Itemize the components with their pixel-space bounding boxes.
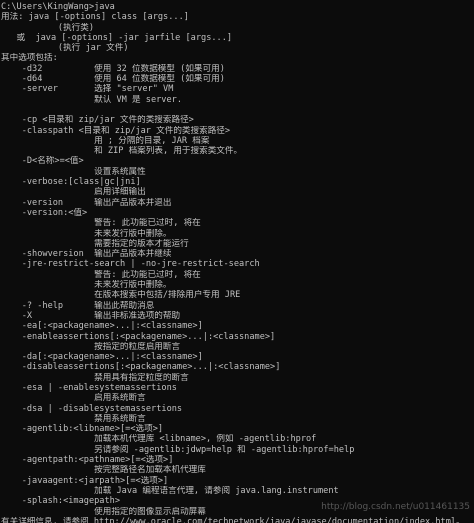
console-line: -D<名称>=<值> [1,156,84,167]
console-line: 加载 Java 编程语言代理, 请参阅 java.lang.instrument [1,485,339,496]
console-line: 用 ; 分隔的目录, JAR 档案 [1,135,210,146]
console-line: 警告: 此功能已过时, 将在 [1,269,201,280]
console-line: 按指定的粒度启用断言 [1,341,181,352]
console-line: 默认 VM 是 server. [1,94,182,105]
console-line: 禁用系统断言 [1,413,146,424]
console-output: C:\Users\KingWang>java 用法: java [-options… [0,0,474,523]
command-prompt-console[interactable]: C:\Users\KingWang>java 用法: java [-options… [0,0,474,523]
console-line: -verbose:[class|gc|jni] [1,177,141,188]
console-line: 和 ZIP 档案列表, 用于搜索类文件。 [1,146,243,157]
console-line: 有关详细信息, 请参阅 http://www.oracle.com/techne… [1,516,465,523]
console-line: (执行类) [1,22,95,33]
console-line: C:\Users\KingWang>java [1,2,115,12]
console-line: -da[:<packagename>...|:<classname>] [1,352,203,363]
console-line: 需要指定的版本才能运行 [1,238,189,249]
console-line: -d32 使用 32 位数据模型 (如果可用) [1,63,225,74]
console-line: -? -help 输出此帮助消息 [1,300,155,311]
console-line: 禁用具有指定粒度的断言 [1,372,189,383]
console-line: 加载本机代理库 <libname>, 例如 -agentlib:hprof [1,434,317,445]
console-line: -showversion 输出产品版本并继续 [1,249,172,260]
console-line: 设置系统属性 [1,166,146,177]
console-line: 在版本搜索中包括/排除用户专用 JRE [1,290,241,301]
console-line: -esa | -enablesystemassertions [1,382,177,393]
console-line: 另请参阅 -agentlib:jdwp=help 和 -agentlib:hpr… [1,444,355,455]
console-line: (执行 jar 文件) [1,43,129,54]
console-line: -cp <目录和 zip/jar 文件的类搜索路径> [1,115,194,126]
console-line: 用法: java [-options] class [args...] [1,12,189,23]
console-line: -agentpath:<pathname>[=<选项>] [1,455,174,466]
console-line: -version 输出产品版本并退出 [1,197,172,208]
console-line: -version:<值> [1,207,88,218]
console-line: 其中选项包括: [1,53,58,64]
console-line: -classpath <目录和 zip/jar 文件的类搜索路径> [1,125,231,136]
console-line: 按完整路径名加载本机代理库 [1,465,206,476]
console-line: 启用系统断言 [1,393,146,404]
console-line: -disableassertions[:<packagename>...|:<c… [1,362,281,373]
console-line: 或 java [-options] -jar jarfile [args...] [1,32,233,43]
console-line: 未来发行版中删除。 [1,280,172,291]
console-line: -d64 使用 64 位数据模型 (如果可用) [1,74,225,85]
console-line: -X 输出非标准选项的帮助 [1,310,181,321]
console-line: 使用指定的图像显示启动屏幕 [1,506,206,517]
console-line: -javaagent:<jarpath>[=<选项>] [1,475,169,486]
console-line: -splash:<imagepath> [1,496,120,507]
console-line: -jre-restrict-search | -no-jre-restrict-… [1,259,260,270]
console-line: -agentlib:<libname>[=<选项>] [1,424,164,435]
console-line: -dsa | -disablesystemassertions [1,403,183,414]
console-line: 未来发行版中删除。 [1,228,172,239]
console-line: 启用详细输出 [1,187,146,198]
console-line: -enableassertions[:<packagename>...|:<cl… [1,331,276,342]
console-line: 警告: 此功能已过时, 将在 [1,218,201,229]
console-line: -ea[:<packagename>...|:<classname>] [1,321,203,332]
console-line: -server 选择 "server" VM [1,84,174,95]
